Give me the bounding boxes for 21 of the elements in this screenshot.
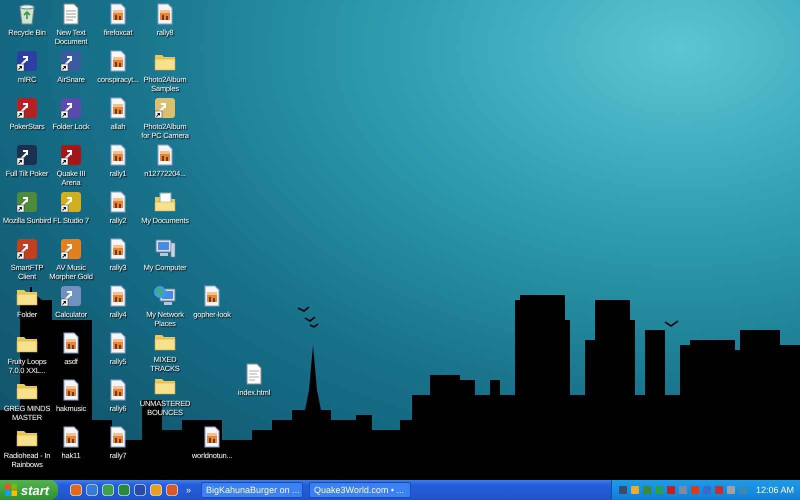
clock: 12:06 AM [756, 485, 794, 495]
documents-folder-icon[interactable] [153, 190, 177, 214]
tray-icon[interactable] [618, 485, 628, 495]
app-shortcut-icon[interactable] [59, 284, 83, 308]
app-shortcut-icon[interactable] [59, 96, 83, 120]
taskbar-button[interactable]: Quake3World.com • ... [309, 482, 412, 498]
app-shortcut-icon[interactable] [15, 237, 39, 261]
app-shortcut-icon[interactable] [15, 190, 39, 214]
app-shortcut-icon[interactable] [15, 96, 39, 120]
app-shortcut-icon[interactable] [15, 49, 39, 73]
app-shortcut-icon[interactable] [59, 143, 83, 167]
network-computer-icon[interactable] [153, 284, 177, 308]
windows-logo-icon [4, 484, 17, 496]
app-shortcut-icon[interactable] [59, 49, 83, 73]
app-shortcut-icon[interactable] [59, 237, 83, 261]
app-shortcut-icon[interactable] [15, 143, 39, 167]
quick-launch-more-button[interactable]: » [186, 485, 192, 495]
app-shortcut-icon[interactable] [153, 96, 177, 120]
start-button[interactable]: start [0, 480, 58, 500]
taskbar-button[interactable]: BigKahunaBurger on ... [201, 482, 304, 498]
app-shortcut-icon[interactable] [59, 190, 83, 214]
